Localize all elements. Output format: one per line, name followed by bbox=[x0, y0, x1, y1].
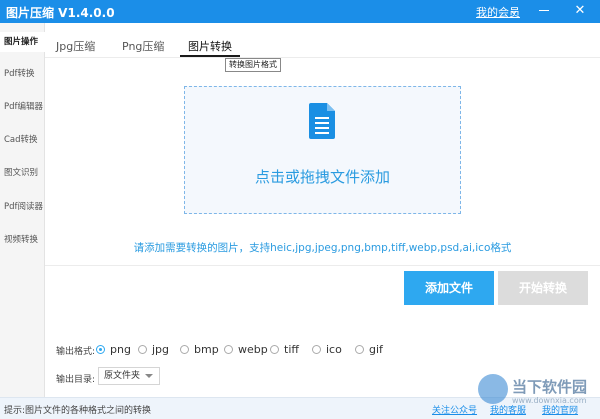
output-dir-select[interactable]: 原文件夹 bbox=[98, 367, 160, 385]
format-radio-gif[interactable]: gif bbox=[355, 342, 383, 356]
format-radio-bmp[interactable]: bmp bbox=[180, 342, 219, 356]
follow-account-link[interactable]: 关注公众号 bbox=[432, 403, 477, 416]
radio-circle bbox=[180, 344, 189, 354]
section-divider bbox=[45, 265, 600, 266]
radio-circle bbox=[270, 344, 279, 354]
sidebar-item-video-convert[interactable]: 视频转换 bbox=[0, 230, 45, 250]
document-icon bbox=[309, 103, 335, 139]
sidebar-item-image-ops[interactable]: 图片操作 bbox=[0, 32, 46, 52]
radio-circle bbox=[312, 344, 321, 354]
supported-formats-hint: 请添加需要转换的图片，支持heic,jpg,jpeg,png,bmp,tiff,… bbox=[133, 242, 512, 254]
title-bar: 图片压缩 V1.4.0.0 我的会员 ⌄ ✕ bbox=[0, 0, 600, 23]
output-dir-label: 输出目录: bbox=[56, 375, 96, 385]
tabs-divider bbox=[45, 57, 600, 58]
watermark-text: 当下软件园 bbox=[512, 378, 588, 396]
close-icon[interactable]: ✕ bbox=[570, 1, 590, 21]
watermark: 当下软件园 www.downxia.com bbox=[478, 374, 600, 416]
tab-image-convert[interactable]: 图片转换 bbox=[188, 38, 232, 54]
minimize-icon[interactable] bbox=[534, 1, 554, 21]
sidebar-item-pdf-convert[interactable]: Pdf转换 bbox=[0, 64, 45, 84]
chevron-down-icon bbox=[145, 374, 153, 378]
sidebar: 图片操作 Pdf转换 Pdf编辑器 Cad转换 图文识别 Pdf阅读器 视频转换 bbox=[0, 23, 46, 397]
watermark-url: www.downxia.com bbox=[512, 396, 587, 405]
radio-circle bbox=[138, 344, 147, 354]
radio-circle bbox=[96, 344, 105, 354]
tab-jpg-compress[interactable]: Jpg压缩 bbox=[56, 38, 95, 54]
drop-zone-text: 点击或拖拽文件添加 bbox=[254, 168, 390, 186]
output-dir-value: 原文件夹 bbox=[104, 371, 141, 381]
sidebar-item-cad-convert[interactable]: Cad转换 bbox=[0, 130, 45, 150]
chevron-down-icon[interactable]: ⌄ bbox=[504, 1, 524, 21]
format-radio-png[interactable]: png bbox=[96, 342, 131, 356]
radio-circle bbox=[355, 344, 364, 354]
output-format-label: 输出格式: bbox=[56, 347, 96, 357]
sidebar-item-pdf-reader[interactable]: Pdf阅读器 bbox=[0, 197, 45, 217]
status-tip: 提示:图片文件的各种格式之间的转换 bbox=[4, 406, 152, 416]
format-radio-ico[interactable]: ico bbox=[312, 342, 342, 356]
start-convert-button[interactable]: 开始转换 bbox=[498, 271, 588, 305]
watermark-logo bbox=[478, 374, 508, 404]
format-radio-tiff[interactable]: tiff bbox=[270, 342, 299, 356]
format-radio-webp[interactable]: webp bbox=[224, 342, 268, 356]
app-title: 图片压缩 V1.4.0.0 bbox=[6, 6, 115, 20]
file-drop-zone[interactable]: 点击或拖拽文件添加 bbox=[184, 86, 461, 214]
tab-png-compress[interactable]: Png压缩 bbox=[122, 38, 164, 54]
radio-circle bbox=[224, 344, 233, 354]
add-file-button[interactable]: 添加文件 bbox=[404, 271, 494, 305]
sidebar-item-pdf-editor[interactable]: Pdf编辑器 bbox=[0, 97, 45, 117]
tooltip: 转换图片格式 bbox=[225, 58, 281, 72]
sidebar-item-ocr[interactable]: 图文识别 bbox=[0, 163, 45, 183]
format-radio-jpg[interactable]: jpg bbox=[138, 342, 169, 356]
